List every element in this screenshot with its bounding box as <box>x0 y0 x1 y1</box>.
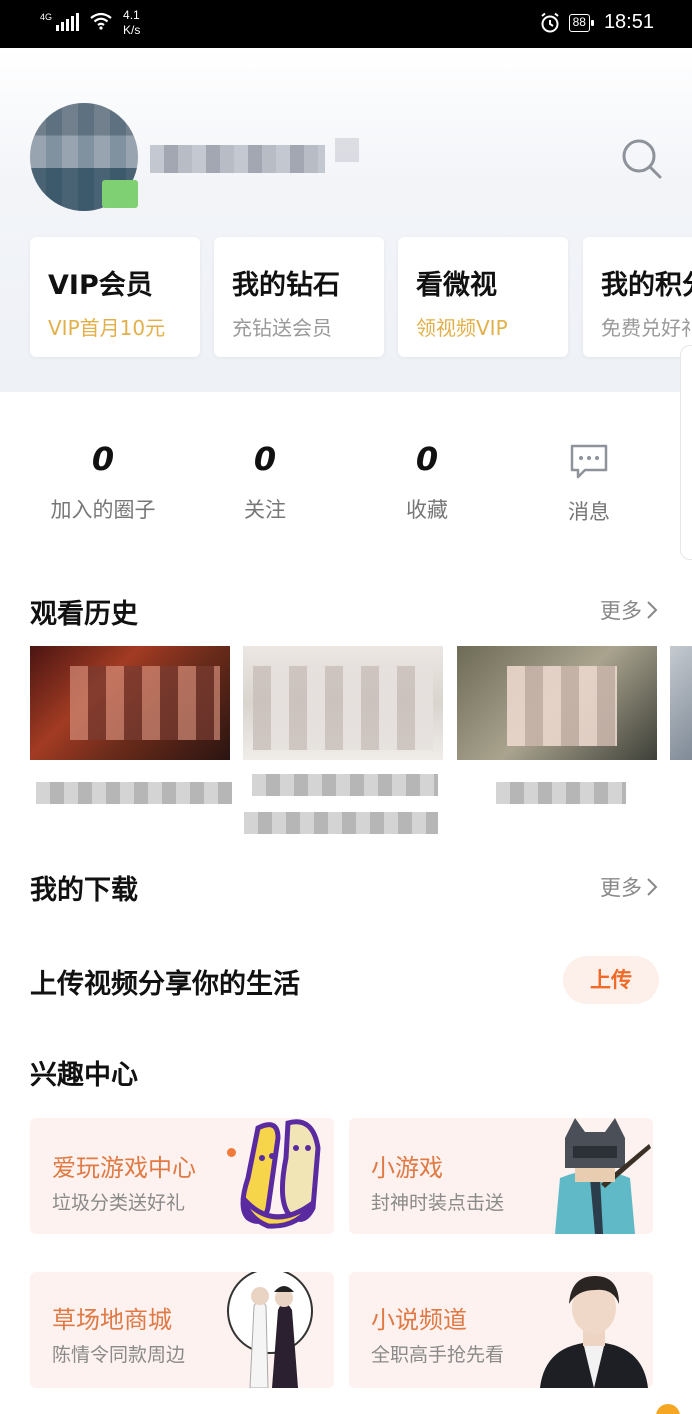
username-edit-icon <box>335 138 359 162</box>
game-center-tile[interactable]: 爱玩游戏中心 垃圾分类送好礼 <box>30 1118 334 1234</box>
stat-value: 0 <box>253 440 277 478</box>
history-more-link[interactable]: 更多 <box>600 595 658 625</box>
diamond-card[interactable]: 我的钻石 充钻送会员 <box>214 237 384 357</box>
stat-label: 关注 <box>244 498 286 522</box>
stat-value: 0 <box>91 440 115 478</box>
status-left: 4G 4.1 K/s <box>40 8 140 38</box>
history-title: 观看历史 <box>30 599 138 630</box>
points-card-title: 我的积分 <box>601 270 692 301</box>
stat-label: 加入的圈子 <box>50 498 156 522</box>
mall-tile[interactable]: 草场地商城 陈情令同款周边 <box>30 1272 334 1388</box>
history-thumbnail[interactable] <box>670 646 692 760</box>
stat-label: 消息 <box>568 500 610 524</box>
wifi-icon <box>90 12 112 30</box>
tile-title: 爱玩游戏中心 <box>52 1154 196 1182</box>
side-drawer-handle[interactable] <box>680 345 692 560</box>
stat-value: 0 <box>415 440 439 478</box>
history-list <box>30 646 692 846</box>
history-thumbnail[interactable] <box>457 646 657 760</box>
upload-button[interactable]: 上传 <box>563 956 659 1004</box>
username-blurred[interactable] <box>150 145 325 173</box>
history-caption-blurred <box>496 782 626 804</box>
vip-card-subtitle: VIP首月10元 <box>48 316 166 340</box>
downloads-more-link[interactable]: 更多 <box>600 872 658 902</box>
clock: 18:51 <box>603 11 654 33</box>
weishi-card-title: 看微视 <box>416 270 497 301</box>
weishi-card[interactable]: 看微视 领视频VIP <box>398 237 568 357</box>
tile-title: 草场地商城 <box>52 1306 172 1334</box>
stat-favorites[interactable]: 0 收藏 <box>347 440 507 524</box>
tile-title: 小游戏 <box>371 1154 443 1182</box>
history-thumbnail[interactable] <box>30 646 230 760</box>
actor-portrait-icon <box>540 1276 648 1388</box>
downloads-title: 我的下载 <box>30 875 138 906</box>
alarm-icon <box>540 12 559 32</box>
diamond-card-title: 我的钻石 <box>232 270 340 301</box>
network-type: 4G <box>40 12 53 22</box>
floating-badge[interactable] <box>656 1404 680 1414</box>
signal-icon <box>56 13 80 31</box>
more-label: 更多 <box>600 599 642 623</box>
drama-poster-icon <box>227 1272 313 1388</box>
avatar-badge <box>102 180 138 208</box>
history-caption-blurred <box>244 812 438 834</box>
tile-title: 小说频道 <box>371 1306 467 1334</box>
status-right: 88 18:51 <box>539 11 654 34</box>
interest-title: 兴趣中心 <box>30 1060 138 1091</box>
message-icon-wrap <box>509 442 669 486</box>
diamond-card-subtitle: 充钻送会员 <box>232 316 332 340</box>
search-icon[interactable] <box>618 135 664 181</box>
more-label: 更多 <box>600 876 642 900</box>
weishi-card-subtitle: 领视频VIP <box>416 316 508 340</box>
chevron-right-icon <box>647 878 658 896</box>
battery-icon: 88 <box>568 13 595 32</box>
points-card-subtitle: 免费兑好礼 <box>601 316 692 340</box>
chevron-right-icon <box>647 601 658 619</box>
history-caption-blurred <box>252 774 438 796</box>
game-character-icon <box>555 1118 651 1234</box>
tile-subtitle: 陈情令同款周边 <box>52 1344 186 1366</box>
stat-following[interactable]: 0 关注 <box>185 440 345 524</box>
novel-channel-tile[interactable]: 小说频道 全职高手抢先看 <box>349 1272 653 1388</box>
status-bar: 4G 4.1 K/s 88 18:51 <box>0 0 692 48</box>
mini-game-tile[interactable]: 小游戏 封神时装点击送 <box>349 1118 653 1234</box>
history-thumbnail[interactable] <box>243 646 443 760</box>
stats-row: 0 加入的圈子 0 关注 0 收藏 消息 <box>0 440 692 540</box>
vip-card-row: VIP会员 VIP首月10元 我的钻石 充钻送会员 看微视 领视频VIP 我的积… <box>0 232 692 362</box>
upload-title: 上传视频分享你的生活 <box>30 969 300 1000</box>
vip-card[interactable]: VIP会员 VIP首月10元 <box>30 237 200 357</box>
tile-subtitle: 全职高手抢先看 <box>371 1344 505 1366</box>
network-speed: 4.1 K/s <box>123 8 141 37</box>
banana-mascot-icon <box>240 1119 321 1229</box>
points-card[interactable]: 我的积分 免费兑好礼 <box>583 237 692 357</box>
stat-label: 收藏 <box>406 498 448 522</box>
tile-subtitle: 垃圾分类送好礼 <box>52 1192 186 1214</box>
history-caption-blurred <box>36 782 232 804</box>
stat-messages[interactable]: 消息 <box>509 440 669 526</box>
message-icon <box>570 444 608 479</box>
vip-card-title: VIP会员 <box>48 270 153 301</box>
tile-subtitle: 封神时装点击送 <box>371 1192 505 1214</box>
stat-circles[interactable]: 0 加入的圈子 <box>23 440 183 524</box>
